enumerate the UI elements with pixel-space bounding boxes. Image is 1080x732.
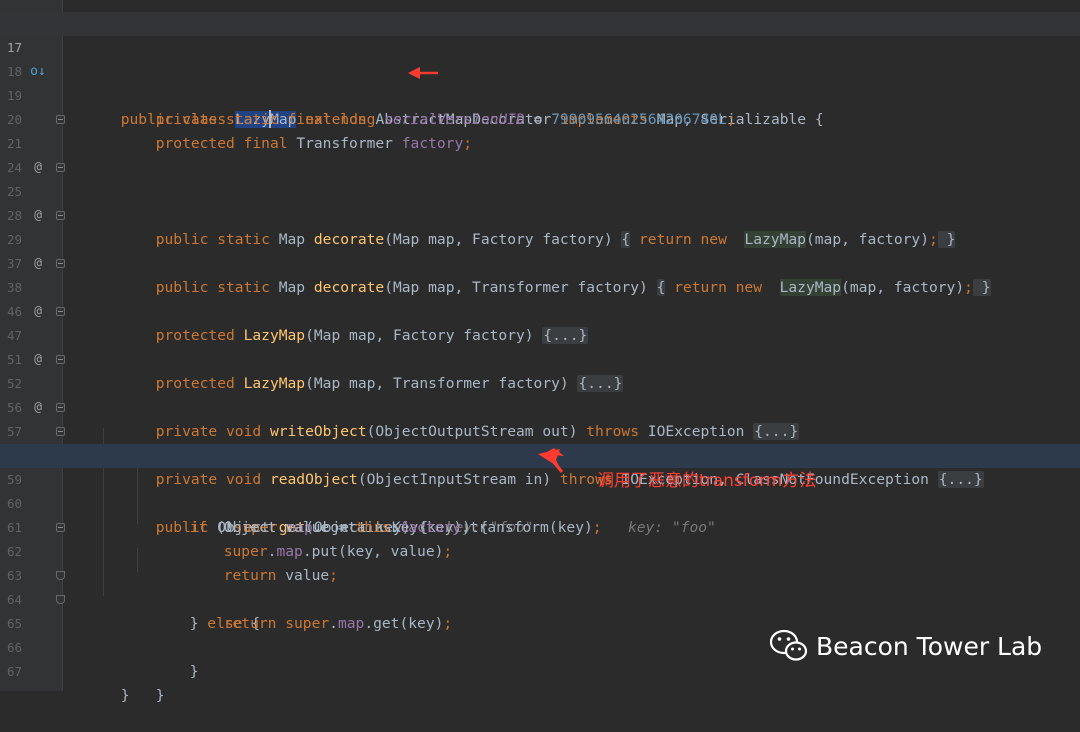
fold-toggle-icon[interactable] [56, 259, 65, 268]
code-line-19[interactable]: 19 protected final Transformer factory; [0, 60, 1080, 152]
code-token: } [155, 687, 165, 704]
code-line-18[interactable]: 18 private static final long serialVersi… [0, 36, 1080, 128]
code-token: } [189, 663, 199, 680]
fold-toggle-icon[interactable] [56, 115, 65, 124]
code-line-21[interactable]: 21 @ public static Map decorate(Map map,… [0, 108, 1080, 248]
fold-toggle-icon[interactable] [56, 523, 65, 532]
annotation-text: 调用了恶意的transform方法 [597, 471, 817, 491]
code-line-46[interactable]: 46 [0, 276, 1080, 319]
fold-toggle-icon[interactable] [56, 355, 65, 364]
code-line-24[interactable]: 24 [0, 132, 1080, 175]
code-line-51[interactable]: 51 [0, 324, 1080, 367]
code-line-57[interactable]: 57 o↑ public Object get(Object key) { ke… [0, 396, 1080, 536]
watermark-text: Beacon Tower Lab [816, 631, 1043, 661]
code-line-28[interactable]: 28 [0, 180, 1080, 223]
fold-toggle-icon[interactable] [56, 403, 65, 412]
code-line-29[interactable]: 29 @ protected LazyMap(Map map, Factory … [0, 204, 1080, 344]
wechat-icon [770, 629, 808, 661]
fold-toggle-icon[interactable] [56, 211, 65, 220]
code-line-63[interactable]: 63 return super.map.get(key); [0, 540, 1080, 632]
fold-toggle-icon[interactable] [56, 307, 65, 316]
line-number: 67 [6, 664, 22, 679]
code-line-38[interactable]: 38 @ protected LazyMap(Map map, Transfor… [0, 252, 1080, 392]
code-line-62[interactable]: 62 } else { [0, 516, 1080, 632]
red-arrow-icon [408, 67, 438, 79]
code-line-52[interactable]: 52 @ private void readObject(ObjectInput… [0, 348, 1080, 488]
code-line-25[interactable]: 25 @ public static Map decorate(Map map,… [0, 156, 1080, 296]
code-line-58[interactable]: 58 if (!super.map.containsKey(key)) { [0, 420, 1080, 536]
code-line-20[interactable]: 20 [0, 84, 1080, 127]
code-line-61[interactable]: 61 return value; [0, 492, 1080, 584]
red-arrow-icon [538, 448, 564, 473]
fold-toggle-icon[interactable] [56, 427, 65, 436]
fold-end-icon[interactable] [56, 595, 65, 604]
code-line-47[interactable]: 47 @ private void writeObject(ObjectOutp… [0, 300, 1080, 440]
code-line-65[interactable]: 65 } [0, 588, 1080, 704]
code-line-37[interactable]: 37 [0, 228, 1080, 271]
fold-end-icon[interactable] [56, 571, 65, 580]
code-line-64[interactable]: 64 } [0, 564, 1080, 680]
code-token: } [120, 687, 130, 704]
code-line-17[interactable]: 17 o↓ public class LazyMap extends Abstr… [0, 12, 1080, 128]
fold-toggle-icon[interactable] [56, 163, 65, 172]
watermark: Beacon Tower Lab [770, 626, 1042, 666]
code-editor[interactable]: 17 o↓ public class LazyMap extends Abstr… [0, 0, 1080, 704]
code-line-56[interactable]: 56 [0, 372, 1080, 415]
